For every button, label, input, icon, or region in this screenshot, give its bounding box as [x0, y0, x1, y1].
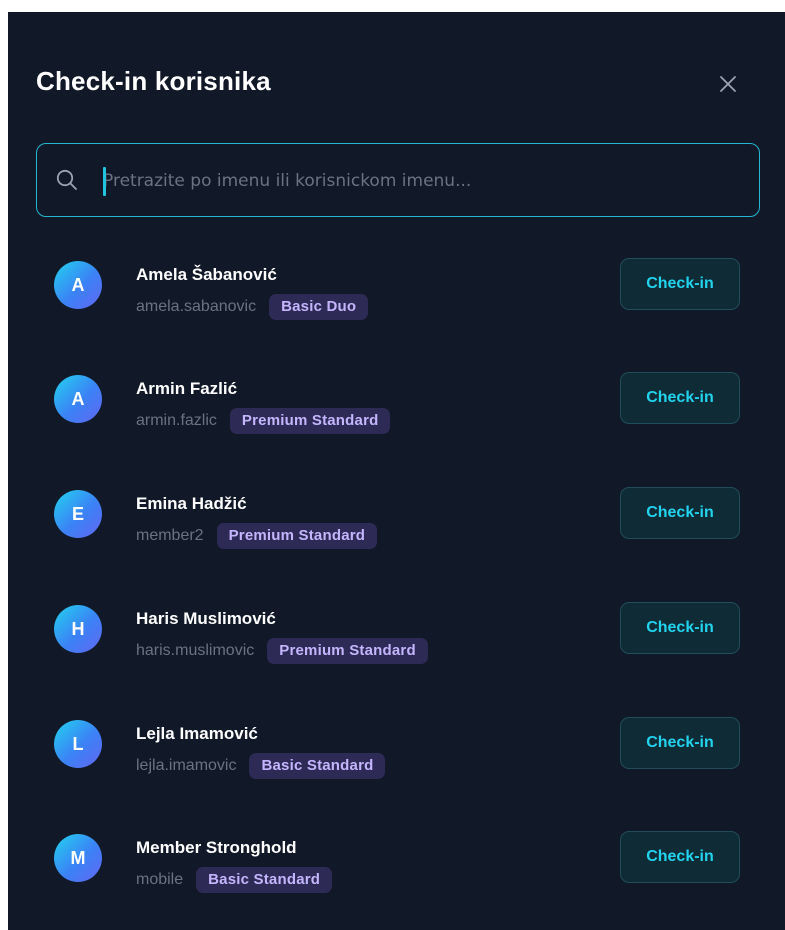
checkin-modal: Check-in korisnika A Amela Šabanović ame… [8, 12, 785, 930]
user-meta: mobile Basic Standard [136, 867, 333, 893]
user-name: Emina Hadžić [136, 494, 247, 513]
user-meta: lejla.imamovic Basic Standard [136, 753, 386, 779]
modal-header: Check-in korisnika [8, 12, 785, 142]
checkin-button[interactable]: Check-in [620, 372, 740, 424]
username: armin.fazlic [136, 412, 217, 429]
search-input[interactable] [103, 164, 743, 198]
checkin-button[interactable]: Check-in [620, 717, 740, 769]
plan-badge: Basic Duo [269, 294, 369, 320]
user-name: Haris Muslimović [136, 609, 276, 628]
avatar: E [54, 490, 102, 538]
search-box[interactable] [36, 143, 760, 217]
plan-badge: Basic Standard [249, 753, 386, 779]
user-row: H Haris Muslimović haris.muslimovic Prem… [8, 592, 785, 682]
checkin-button[interactable]: Check-in [620, 831, 740, 883]
user-row: A Amela Šabanović amela.sabanovic Basic … [8, 248, 785, 338]
username: member2 [136, 527, 204, 544]
avatar: A [54, 261, 102, 309]
checkin-button[interactable]: Check-in [620, 602, 740, 654]
plan-badge: Premium Standard [229, 408, 391, 434]
user-row: M Member Stronghold mobile Basic Standar… [8, 821, 785, 911]
user-meta: member2 Premium Standard [136, 523, 378, 549]
avatar: M [54, 834, 102, 882]
checkin-button[interactable]: Check-in [620, 487, 740, 539]
avatar: A [54, 375, 102, 423]
user-name: Armin Fazlić [136, 379, 238, 398]
plan-badge: Premium Standard [267, 638, 428, 664]
username: haris.muslimovic [136, 642, 255, 659]
close-icon [720, 76, 736, 92]
user-row: L Lejla Imamović lejla.imamovic Basic St… [8, 707, 785, 797]
user-row: E Emina Hadžić member2 Premium Standard … [8, 477, 785, 567]
search-icon [56, 169, 77, 190]
username: mobile [136, 871, 184, 888]
avatar: L [54, 720, 102, 768]
user-name: Lejla Imamović [136, 724, 258, 743]
avatar: H [54, 605, 102, 653]
modal-title: Check-in korisnika [36, 66, 271, 96]
user-row: A Armin Fazlić armin.fazlic Premium Stan… [8, 362, 785, 452]
checkin-button[interactable]: Check-in [620, 258, 740, 310]
plan-badge: Basic Standard [196, 867, 333, 893]
text-cursor [103, 167, 106, 196]
user-meta: armin.fazlic Premium Standard [136, 408, 391, 434]
user-name: Member Stronghold [136, 838, 297, 857]
user-meta: amela.sabanovic Basic Duo [136, 294, 369, 320]
username: lejla.imamovic [136, 757, 237, 774]
username: amela.sabanovic [136, 298, 257, 315]
user-meta: haris.muslimovic Premium Standard [136, 638, 428, 664]
close-button[interactable] [712, 68, 744, 100]
plan-badge: Premium Standard [216, 523, 378, 549]
user-name: Amela Šabanović [136, 265, 277, 284]
